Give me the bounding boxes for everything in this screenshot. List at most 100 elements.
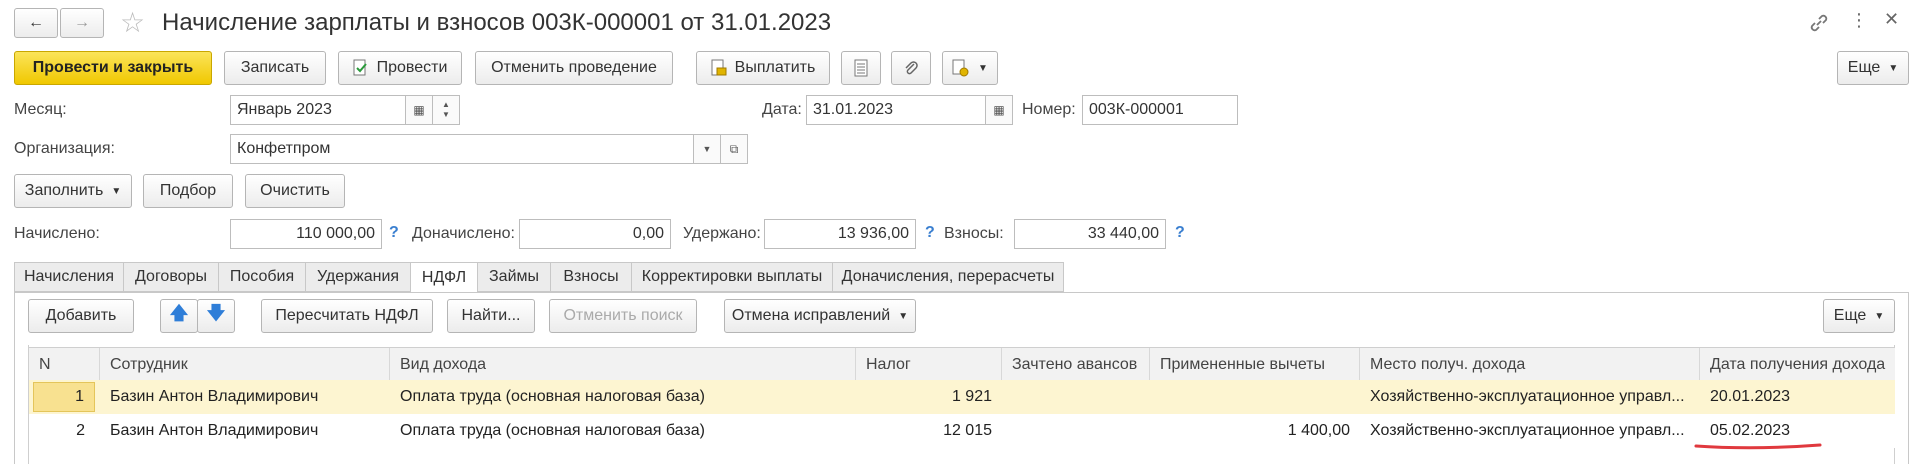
tab-recalculations[interactable]: Доначисления, перерасчеты — [832, 262, 1064, 292]
chevron-down-icon: ▼ — [898, 310, 909, 322]
fill-button-label: Заполнить — [24, 182, 104, 199]
organization-label: Организация: — [14, 140, 115, 157]
post-document-icon — [353, 59, 369, 77]
cancel-search-button[interactable]: Отменить поиск — [549, 299, 697, 333]
arrow-down-icon: 🡇 — [206, 303, 226, 323]
col-header-employee[interactable]: Сотрудник — [100, 348, 390, 382]
calendar-icon: ▦ — [993, 103, 1005, 117]
month-stepper[interactable]: ▲ ▼ — [432, 95, 460, 125]
recalculate-ndfl-button[interactable]: Пересчитать НДФЛ — [261, 299, 433, 333]
col-header-n[interactable]: N — [29, 348, 100, 382]
post-button-label: Провести — [376, 59, 448, 76]
tab-payment-corrections[interactable]: Корректировки выплаты — [631, 262, 833, 292]
stepper-up-icon: ▲ — [442, 100, 450, 109]
move-down-button[interactable]: 🡇 — [197, 299, 235, 333]
cell-income-place: Хозяйственно-эксплуатационное управл... — [1370, 388, 1685, 405]
fill-button[interactable]: Заполнить ▼ — [14, 174, 132, 208]
col-header-advances[interactable]: Зачтено авансов — [1002, 348, 1150, 382]
table-more-button[interactable]: Еще ▼ — [1823, 299, 1895, 333]
back-button[interactable]: ← — [14, 8, 58, 38]
col-header-deductions[interactable]: Примененные вычеты — [1150, 348, 1360, 382]
month-field[interactable]: Январь 2023 — [230, 95, 406, 125]
create-based-on-button[interactable]: ▼ — [942, 51, 998, 85]
stepper-down-icon: ▼ — [442, 110, 450, 119]
page-title: Начисление зарплаты и взносов 003К-00000… — [162, 9, 832, 36]
red-underline-annotation — [1694, 443, 1822, 450]
link-icon[interactable] — [1808, 12, 1830, 34]
tab-deductions[interactable]: Удержания — [305, 262, 411, 292]
pay-button[interactable]: Выплатить — [696, 51, 830, 85]
number-field[interactable]: 003К-000001 — [1082, 95, 1238, 125]
more-vertical-icon[interactable]: ⋮ — [1850, 10, 1868, 31]
post-and-close-button[interactable]: Провести и закрыть — [14, 51, 212, 85]
date-field[interactable]: 31.01.2023 — [806, 95, 986, 125]
cell-advances — [1002, 380, 1150, 414]
extra-accrued-field: 0,00 — [519, 219, 671, 249]
open-window-icon: ⧉ — [729, 141, 739, 156]
find-button[interactable]: Найти... — [447, 299, 535, 333]
tab-contracts[interactable]: Договоры — [123, 262, 219, 292]
cancel-posting-button[interactable]: Отменить проведение — [475, 51, 673, 85]
table-row[interactable]: 1 Базин Антон Владимирович Оплата труда … — [29, 380, 1895, 414]
col-header-income-date[interactable]: Дата получения дохода — [1700, 348, 1895, 382]
month-label: Месяц: — [14, 101, 67, 118]
cell-income-type: Оплата труда (основная налоговая база) — [400, 388, 705, 405]
arrow-up-icon: 🡅 — [169, 303, 189, 323]
tab-accruals[interactable]: Начисления — [14, 262, 124, 292]
date-label: Дата: — [762, 101, 802, 118]
forward-button[interactable]: → — [60, 8, 104, 38]
tab-loans[interactable]: Займы — [477, 262, 551, 292]
tab-contributions[interactable]: Взносы — [550, 262, 632, 292]
organization-open-button[interactable]: ⧉ — [720, 134, 748, 164]
pay-document-icon — [711, 59, 727, 77]
col-header-income-place[interactable]: Место получ. дохода — [1360, 348, 1700, 382]
arrow-right-icon: → — [74, 14, 90, 31]
write-button[interactable]: Записать — [224, 51, 326, 85]
withheld-field: 13 936,00 — [764, 219, 916, 249]
calendar-button[interactable]: ▦ — [405, 95, 433, 125]
report-list-icon — [854, 59, 868, 77]
table-header: N Сотрудник Вид дохода Налог Зачтено ава… — [29, 347, 1895, 383]
move-up-button[interactable]: 🡅 — [160, 299, 198, 333]
chevron-down-icon: ▼ — [1888, 62, 1899, 74]
table-row[interactable]: 2 Базин Антон Владимирович Оплата труда … — [29, 414, 1895, 448]
col-header-tax[interactable]: Налог — [856, 348, 1002, 382]
accrued-label: Начислено: — [14, 225, 100, 242]
more-button[interactable]: Еще ▼ — [1837, 51, 1909, 85]
calendar-icon: ▦ — [413, 103, 425, 117]
organization-field[interactable]: Конфетпром — [230, 134, 694, 164]
cell-deductions — [1150, 380, 1360, 414]
accrued-field: 110 000,00 — [230, 219, 382, 249]
extra-accrued-label: Доначислено: — [412, 225, 515, 242]
number-label: Номер: — [1022, 101, 1076, 118]
withheld-help-icon[interactable]: ? — [925, 224, 935, 242]
paperclip-icon — [903, 59, 919, 77]
tab-benefits[interactable]: Пособия — [218, 262, 306, 292]
accrued-help-icon[interactable]: ? — [389, 224, 399, 242]
arrow-left-icon: ← — [28, 14, 44, 31]
attach-button[interactable] — [891, 51, 931, 85]
post-button[interactable]: Провести — [338, 51, 462, 85]
add-button[interactable]: Добавить — [28, 299, 134, 333]
favorite-star-icon[interactable]: ☆ — [120, 6, 145, 39]
table-more-label: Еще — [1833, 307, 1867, 324]
cell-tax: 1 921 — [951, 388, 992, 405]
report-button[interactable] — [841, 51, 881, 85]
clear-button[interactable]: Очистить — [245, 174, 345, 208]
select-button[interactable]: Подбор — [143, 174, 233, 208]
cell-n: 2 — [76, 422, 85, 439]
tab-ndfl[interactable]: НДФЛ — [410, 262, 478, 293]
cancel-corrections-button[interactable]: Отмена исправлений ▼ — [724, 299, 916, 333]
date-calendar-button[interactable]: ▦ — [985, 95, 1013, 125]
cell-n: 1 — [33, 382, 95, 412]
col-header-income-type[interactable]: Вид дохода — [390, 348, 856, 382]
close-icon[interactable]: ✕ — [1884, 9, 1899, 30]
cell-income-place: Хозяйственно-эксплуатационное управл... — [1370, 422, 1685, 439]
cancel-corrections-label: Отмена исправлений — [731, 307, 891, 324]
contributions-help-icon[interactable]: ? — [1175, 224, 1185, 242]
contributions-label: Взносы: — [944, 225, 1004, 242]
cell-tax: 12 015 — [943, 422, 992, 439]
document-gear-icon — [952, 59, 970, 77]
withheld-label: Удержано: — [683, 225, 761, 242]
organization-dropdown-button[interactable]: ▼ — [693, 134, 721, 164]
